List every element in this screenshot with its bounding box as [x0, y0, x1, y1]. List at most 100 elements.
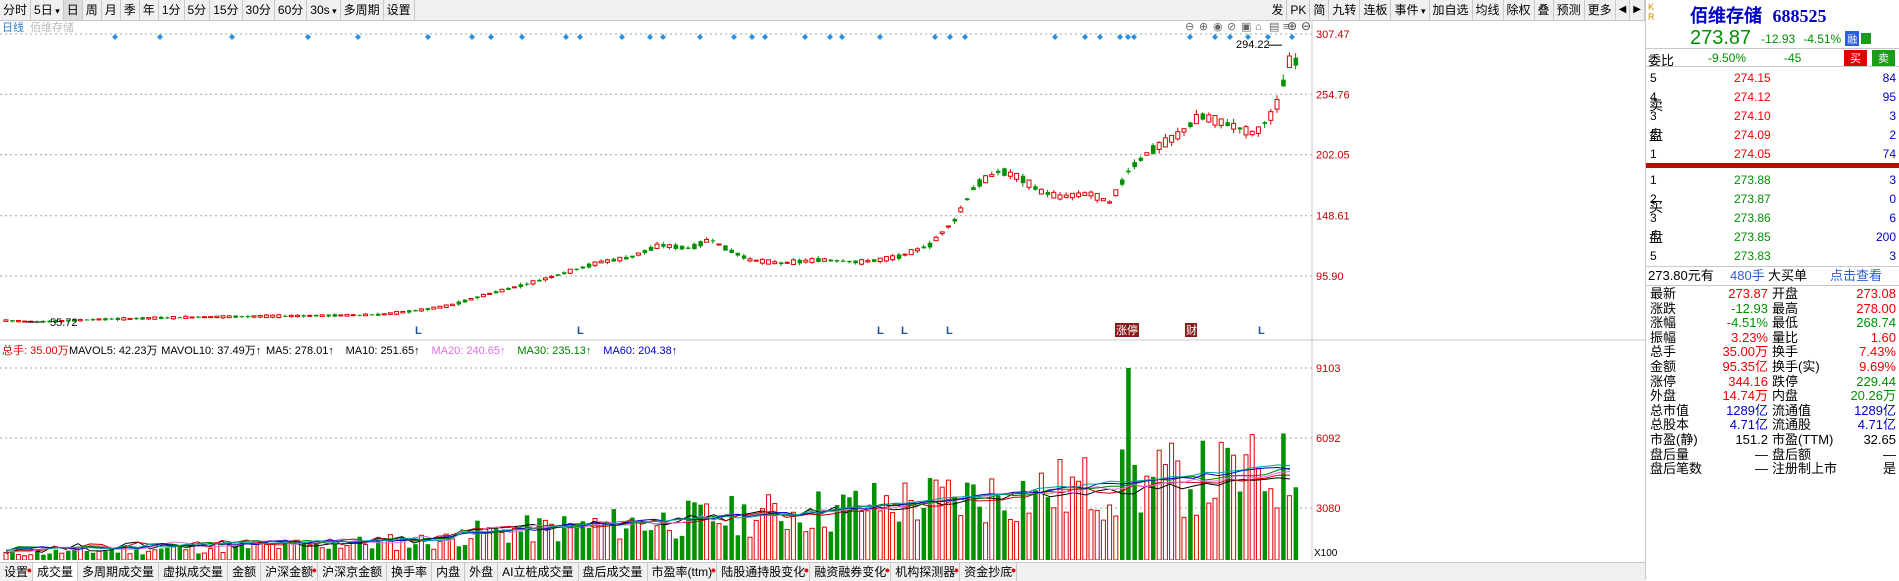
tool-11-button[interactable]: 更多	[1585, 0, 1616, 20]
period-13-button[interactable]: 多周期	[341, 0, 384, 20]
candle-body	[84, 319, 90, 321]
period-9-button[interactable]: 15分	[210, 0, 243, 20]
indicator-tab-6[interactable]: 沪深京金额	[318, 563, 388, 581]
volume-bar	[59, 552, 65, 561]
period-6-button[interactable]: 年	[140, 0, 159, 20]
indicator-tab-12[interactable]: 市盈率(ttm) ●	[648, 563, 718, 581]
volume-bar	[1188, 489, 1193, 560]
eye-slash-icon[interactable]: ⊘	[1227, 21, 1236, 33]
indicator-tab-11[interactable]: 盘后成交量	[579, 563, 648, 581]
indicator-tab-1[interactable]: 成交量	[33, 563, 79, 581]
volume-bar	[22, 555, 28, 561]
volume-legend-item: 总手: 35.00万	[2, 343, 69, 357]
period-10-button[interactable]: 30分	[243, 0, 275, 20]
candle-body	[152, 316, 158, 320]
tool-9-button[interactable]: 叠	[1535, 0, 1554, 20]
lock-icon[interactable]: ▣	[1241, 21, 1251, 33]
tool-2-button[interactable]: 简	[1310, 0, 1330, 20]
period-14-button[interactable]: 设置	[384, 0, 415, 20]
volume-bar	[890, 512, 896, 561]
tool-6-button[interactable]: 加自选	[1430, 0, 1473, 20]
tool-7-button[interactable]: 均线	[1473, 0, 1504, 20]
period-1-button[interactable]: 5日	[31, 0, 64, 20]
quote-row: 总股本 4.71亿 流通股 4.71亿	[1650, 417, 1896, 433]
add-circle-icon[interactable]: ⊕	[1287, 19, 1297, 33]
red-dot-icon: ●	[803, 565, 810, 575]
volume-bar	[921, 507, 927, 560]
volume-bar	[872, 482, 877, 560]
period-0-button[interactable]: 分时	[0, 0, 32, 20]
quote-label: 流通值	[1772, 402, 1812, 418]
candle-body	[425, 308, 431, 310]
indicator-tab-label: 陆股通持股变化	[721, 565, 806, 579]
tool-0-button[interactable]: 发	[1268, 0, 1288, 20]
candle-body	[797, 259, 803, 264]
volume-bar	[53, 549, 59, 560]
tool-8-button[interactable]: 除权	[1504, 0, 1535, 20]
candle-body	[493, 291, 499, 294]
volume-bar	[1237, 491, 1243, 560]
kline-chart[interactable]: 307.47 254.76 202.05 148.61 95.90 日线 佰维存储 294.2…	[0, 19, 1645, 561]
period-3-button[interactable]: 周	[83, 0, 102, 20]
eye-icon[interactable]: ◉	[1213, 21, 1223, 33]
volume-bar	[47, 553, 52, 560]
volume-bar	[741, 504, 747, 560]
indicator-tab-3[interactable]: 虚拟成交量	[159, 563, 229, 581]
l-marker: L	[946, 325, 953, 337]
indicator-tab-10[interactable]: AI立桩成交量	[498, 563, 579, 581]
indicator-tab-13[interactable]: 陆股通持股变化 ●	[717, 563, 811, 581]
candle-body	[239, 316, 245, 318]
earnings-label: 财	[1186, 323, 1197, 337]
zoom-in-icon[interactable]: ⊕	[1199, 21, 1208, 33]
candle-body	[418, 308, 424, 312]
volume-bar	[425, 544, 431, 560]
tool-1-button[interactable]: PK	[1287, 0, 1311, 20]
period-4-button[interactable]: 月	[102, 0, 121, 20]
indicator-tab-16[interactable]: 资金抄底 ●	[960, 563, 1018, 581]
volume-bar	[604, 522, 610, 561]
indicator-tab-9[interactable]: 外盘	[465, 563, 499, 581]
sell-button[interactable]: 卖	[1872, 50, 1895, 66]
volume-tick: 3080	[1316, 503, 1340, 515]
indicator-tab-4[interactable]: 金额	[228, 563, 262, 581]
volume-bar	[710, 521, 716, 560]
period-11-button[interactable]: 60分	[275, 0, 308, 20]
indicator-tab-14[interactable]: 融资融券变化 ●	[810, 563, 892, 581]
tool-10-button[interactable]: 预测	[1554, 0, 1585, 20]
period-7-button[interactable]: 1分	[159, 0, 185, 20]
tool-5-button[interactable]: 事件	[1391, 0, 1430, 20]
quote-value: —	[1755, 446, 1768, 462]
candle-body	[759, 258, 765, 264]
minus-circle-icon[interactable]: ⊖	[1301, 19, 1311, 33]
indicator-tab-5[interactable]: 沪深金额 ●	[261, 563, 319, 581]
candle-body	[1107, 201, 1113, 204]
candle-body	[394, 311, 400, 315]
period-5-button[interactable]: 季	[121, 0, 140, 20]
play-back-icon[interactable]: ◀	[1616, 0, 1631, 20]
indicator-tab-15[interactable]: 机构探测器 ●	[891, 563, 961, 581]
candle-body	[617, 256, 623, 262]
candle-body	[511, 286, 517, 289]
home-icon[interactable]: ⌂	[1255, 21, 1262, 33]
tool-4-button[interactable]: 连板	[1360, 0, 1392, 20]
period-8-button[interactable]: 5分	[185, 0, 211, 20]
kline-chart-area[interactable]: 307.47 254.76 202.05 148.61 95.90 日线 佰维存储 294.2…	[0, 19, 1645, 561]
volume-bar	[456, 546, 462, 560]
zoom-out-icon[interactable]: ⊖	[1185, 21, 1194, 33]
indicator-tab-0[interactable]: 设置 ●	[0, 563, 34, 581]
indicator-tab-label: 沪深京金额	[322, 565, 383, 579]
play-forward-icon[interactable]: ▶	[1630, 0, 1645, 20]
period-2-button[interactable]: 日	[63, 0, 83, 20]
tool-3-button[interactable]: 九转	[1329, 0, 1361, 20]
image-icon[interactable]: ▤	[1269, 21, 1279, 33]
indicator-tab-8[interactable]: 内盘	[432, 563, 466, 581]
buy-button[interactable]: 买	[1844, 50, 1867, 66]
indicator-tab-2[interactable]: 多周期成交量	[78, 563, 160, 581]
candle-body	[686, 247, 691, 249]
period-12-button[interactable]: 30s	[307, 0, 341, 20]
candle-body	[927, 242, 933, 248]
big-order-link[interactable]: 点击查看	[1830, 267, 1882, 285]
candle-body	[140, 317, 145, 320]
red-dot-icon: ●	[26, 565, 33, 575]
indicator-tab-7[interactable]: 换手率	[387, 563, 433, 581]
